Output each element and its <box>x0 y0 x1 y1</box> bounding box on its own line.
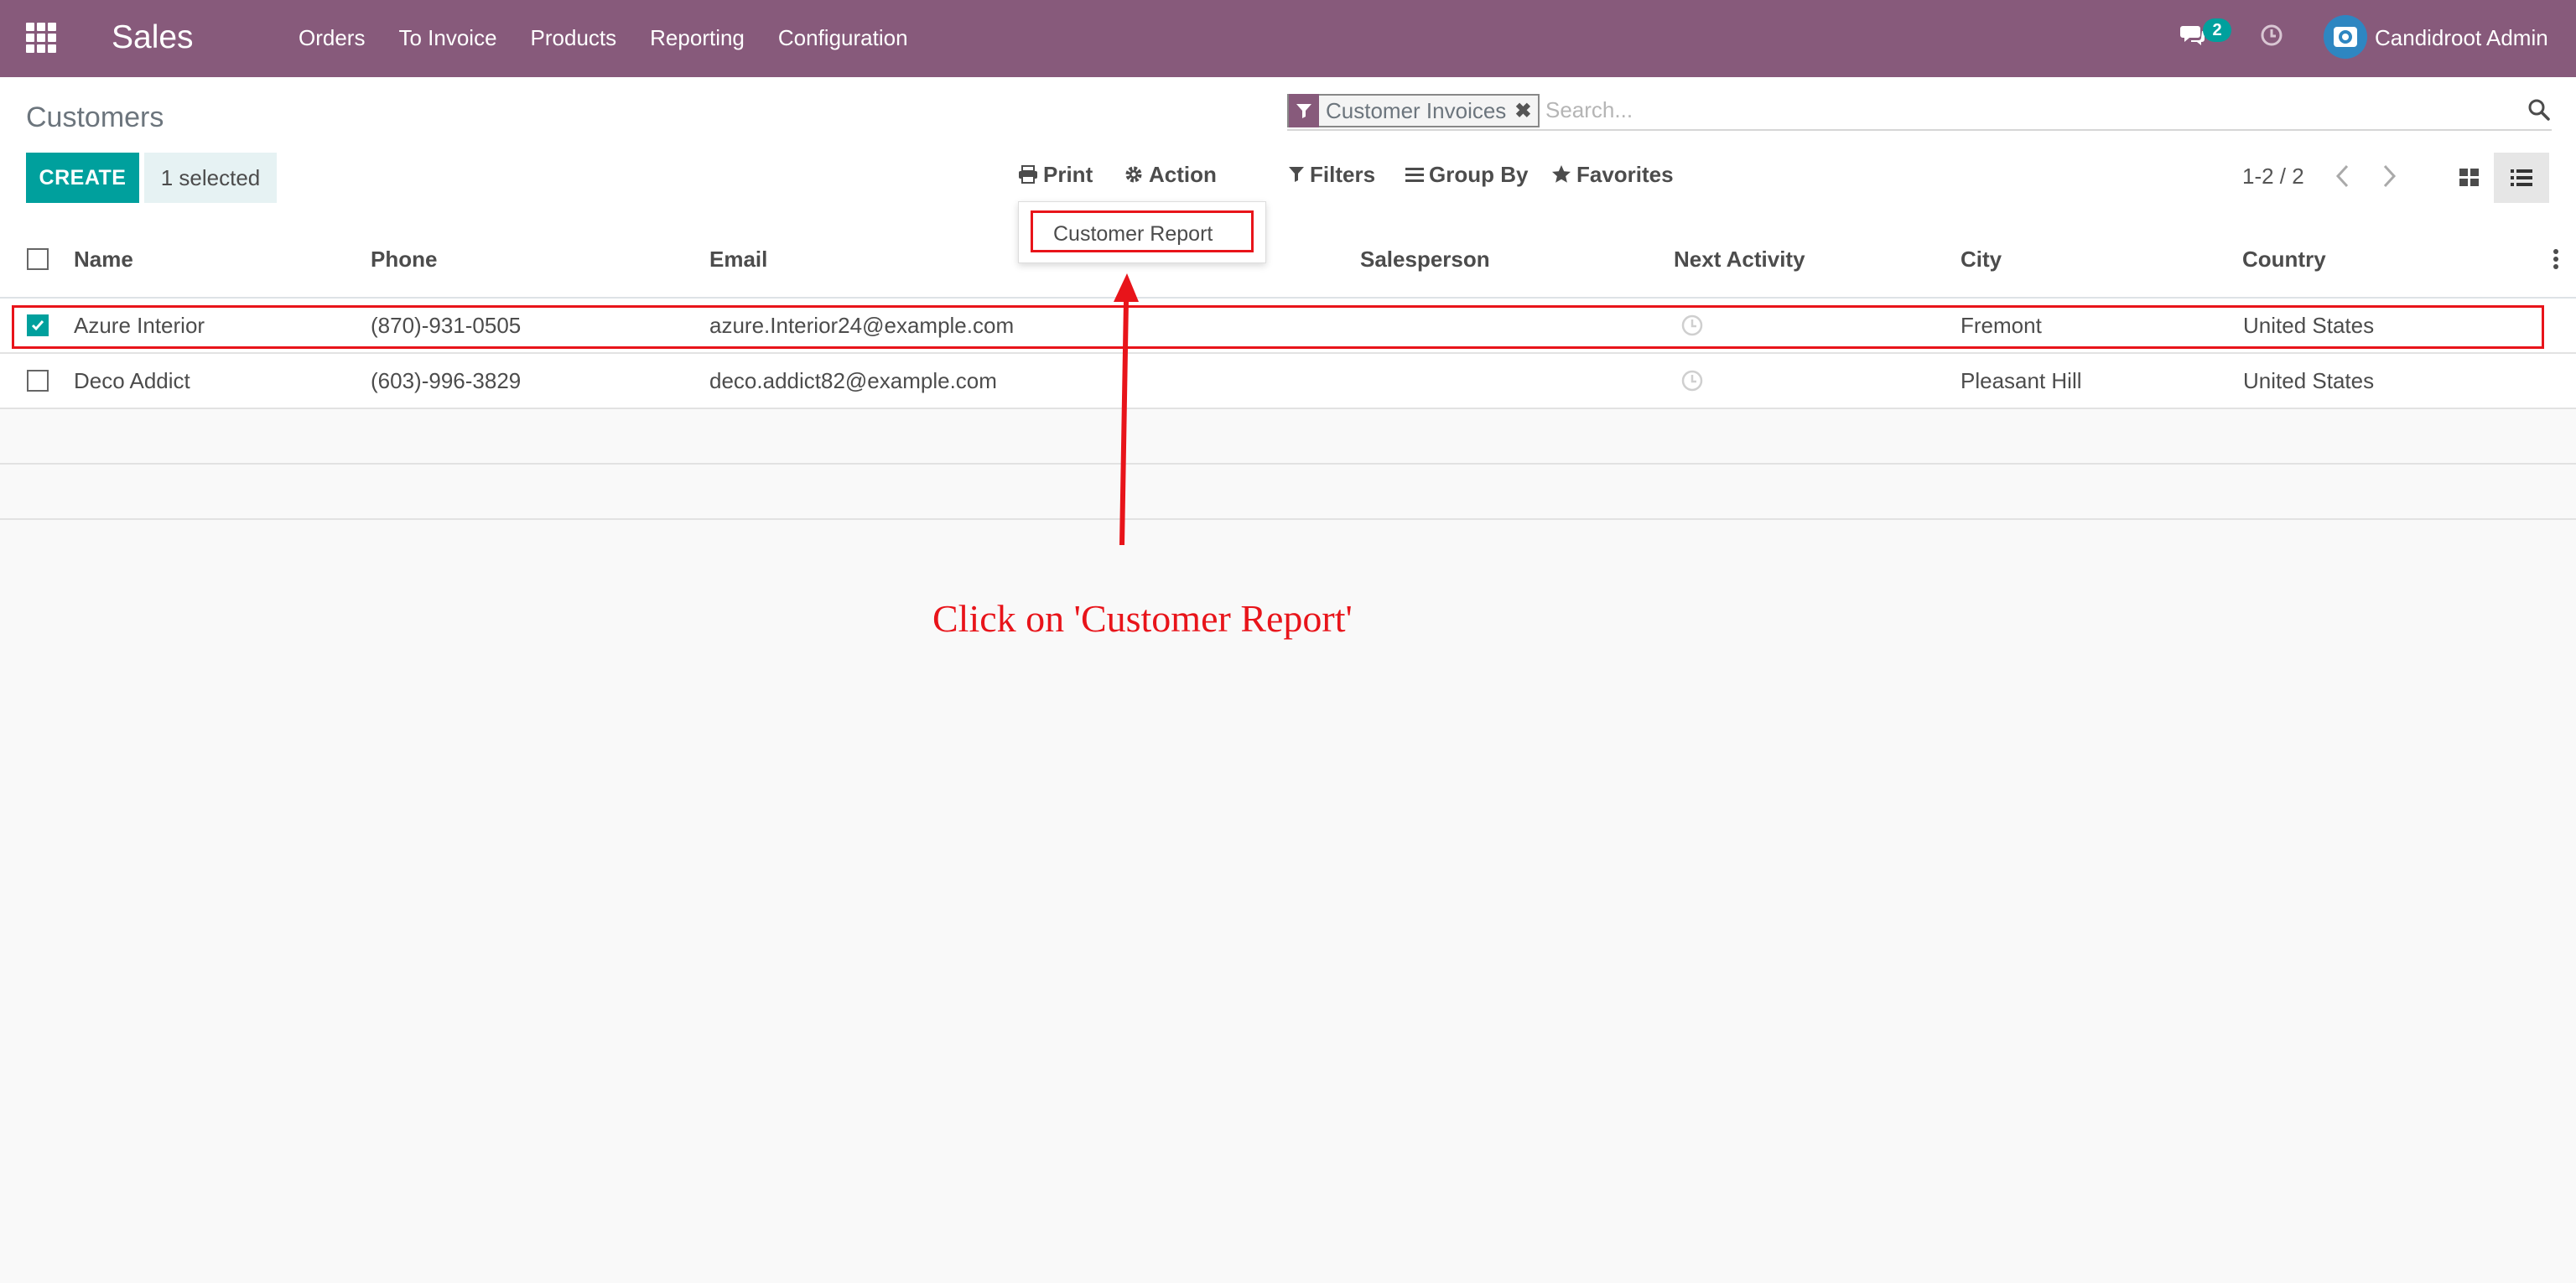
menu-item-configuration[interactable]: Configuration <box>778 23 908 52</box>
app-brand[interactable]: Sales <box>112 15 194 60</box>
print-label: Print <box>1043 162 1093 187</box>
favorites-button[interactable]: Favorites <box>1551 159 1674 190</box>
filters-label: Filters <box>1310 162 1376 187</box>
table-row[interactable]: Deco Addict (603)-996-3829 deco.addict82… <box>0 354 2576 409</box>
check-icon <box>31 320 44 331</box>
action-dropdown-menu: Customer Report <box>1018 201 1266 263</box>
table-header: Name Phone Email Salesperson Next Activi… <box>0 221 2576 299</box>
cell-country: United States <box>2243 368 2375 393</box>
main-menu: Orders To Invoice Products Reporting Con… <box>299 23 942 52</box>
cell-city: Fremont <box>1961 313 2042 338</box>
row-checkbox[interactable] <box>27 370 49 392</box>
group-by-button[interactable]: Group By <box>1405 159 1528 190</box>
search-facet: Customer Invoices ✖ <box>1287 94 1540 127</box>
create-button[interactable]: CREATE <box>26 153 139 203</box>
gear-icon <box>1125 166 1142 183</box>
favorites-label: Favorites <box>1576 162 1674 187</box>
action-button[interactable]: Action <box>1124 159 1217 190</box>
bars-icon <box>1405 168 1424 182</box>
filter-icon <box>1289 94 1319 127</box>
star-icon <box>1552 165 1571 183</box>
group-by-label: Group By <box>1429 162 1529 187</box>
top-navbar: Sales Orders To Invoice Products Reporti… <box>0 0 2576 77</box>
clock-icon[interactable] <box>1680 369 1704 392</box>
kanban-view-button[interactable] <box>2449 153 2490 203</box>
cell-phone: (870)-931-0505 <box>371 313 522 338</box>
table-row[interactable]: Azure Interior (870)-931-0505 azure.Inte… <box>0 299 2576 354</box>
column-header-city[interactable]: City <box>1961 221 2002 297</box>
menu-item-products[interactable]: Products <box>531 23 617 52</box>
column-header-salesperson[interactable]: Salesperson <box>1360 221 1490 297</box>
annotation-arrow <box>1114 273 1139 546</box>
messages-count-badge: 2 <box>2203 18 2231 42</box>
user-name[interactable]: Candidroot Admin <box>2375 23 2548 52</box>
column-header-next-activity[interactable]: Next Activity <box>1674 221 1805 297</box>
column-header-name[interactable]: Name <box>74 221 133 297</box>
column-header-email[interactable]: Email <box>709 221 767 297</box>
breadcrumb: Customers <box>26 101 164 133</box>
selection-counter: 1 selected <box>144 153 277 203</box>
cell-phone: (603)-996-3829 <box>371 368 522 393</box>
action-label: Action <box>1149 162 1217 187</box>
control-panel: Customers Customer Invoices ✖ CREATE 1 s… <box>0 77 2576 223</box>
customers-list: Name Phone Email Salesperson Next Activi… <box>0 221 2576 520</box>
pager-value[interactable]: 1-2 / 2 <box>2242 161 2304 191</box>
chevron-right-icon[interactable] <box>2380 163 2398 190</box>
menu-item-to-invoice[interactable]: To Invoice <box>398 23 496 52</box>
list-view-button[interactable] <box>2494 153 2549 203</box>
instruction-text: Click on 'Customer Report' <box>932 597 1353 640</box>
list-icon <box>2511 169 2532 186</box>
search-facet-label: Customer Invoices <box>1326 98 1507 123</box>
activity-clock-icon[interactable] <box>2259 23 2284 48</box>
cell-name: Azure Interior <box>74 313 205 338</box>
empty-row <box>0 465 2576 520</box>
cell-email: azure.Interior24@example.com <box>709 313 1015 338</box>
search-icon[interactable] <box>2527 97 2552 122</box>
cell-country: United States <box>2243 313 2375 338</box>
filters-button[interactable]: Filters <box>1288 159 1375 190</box>
cell-name: Deco Addict <box>74 368 190 393</box>
remove-facet-icon[interactable]: ✖ <box>1514 99 1538 123</box>
cell-city: Pleasant Hill <box>1961 368 2082 393</box>
kanban-icon <box>2459 169 2479 186</box>
select-all-checkbox[interactable] <box>27 248 49 270</box>
search-input[interactable] <box>1545 94 2510 126</box>
chevron-left-icon[interactable] <box>2334 163 2352 190</box>
menu-item-reporting[interactable]: Reporting <box>650 23 745 52</box>
print-button[interactable]: Print <box>1018 159 1093 190</box>
search-bar: Customer Invoices ✖ <box>1287 92 2552 131</box>
menu-item-orders[interactable]: Orders <box>299 23 365 52</box>
customer-report-menu-item[interactable]: Customer Report <box>1031 210 1254 252</box>
column-header-phone[interactable]: Phone <box>371 221 437 297</box>
empty-row <box>0 409 2576 465</box>
optional-columns-icon[interactable] <box>2553 248 2559 270</box>
cell-email: deco.addict82@example.com <box>709 368 997 393</box>
row-checkbox[interactable] <box>27 314 49 336</box>
filter-icon <box>1289 167 1304 182</box>
user-avatar[interactable] <box>2324 15 2367 59</box>
column-header-country[interactable]: Country <box>2242 221 2326 297</box>
clock-icon[interactable] <box>1680 314 1704 337</box>
app-menu-icon[interactable] <box>26 23 56 53</box>
chat-icon[interactable] <box>2180 23 2205 45</box>
printer-icon <box>1019 165 1037 184</box>
